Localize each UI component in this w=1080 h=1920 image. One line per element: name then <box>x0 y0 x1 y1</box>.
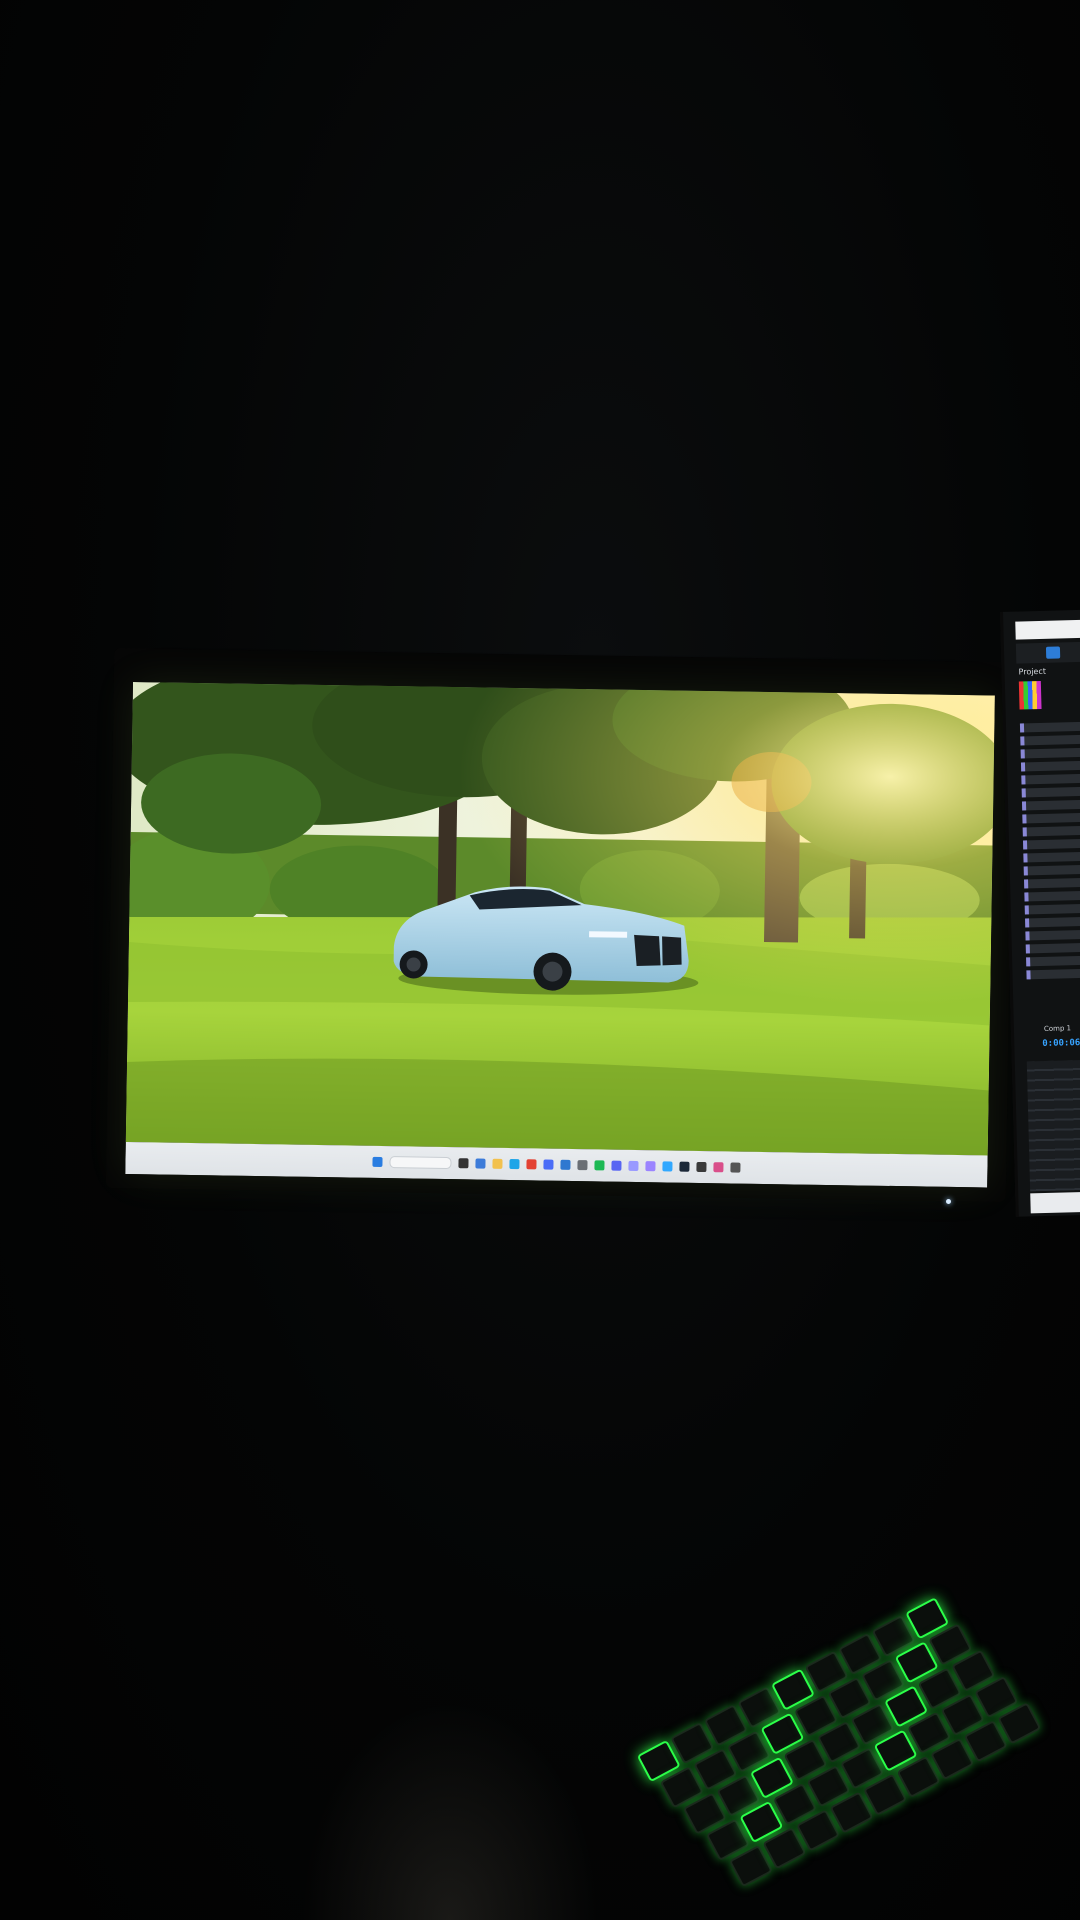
ae-comp-tab[interactable]: Comp 1 <box>1044 1024 1071 1033</box>
ae-timecode[interactable]: 0:00:06:27 <box>1042 1038 1080 1049</box>
task-view-icon[interactable] <box>458 1158 469 1169</box>
ae-project-row[interactable] <box>1020 760 1080 772</box>
ae-project-row[interactable] <box>1026 955 1080 967</box>
ae-project-row[interactable] <box>1023 864 1080 876</box>
desktop-wallpaper <box>125 682 995 1156</box>
ae-project-row[interactable] <box>1020 747 1080 759</box>
ae-project-list <box>1019 721 1080 1073</box>
desk-reflection <box>300 1700 600 1920</box>
ae-project-row[interactable] <box>1023 851 1080 863</box>
main-monitor-screen <box>125 682 995 1188</box>
search-box[interactable] <box>389 1156 452 1170</box>
ae-project-row[interactable] <box>1021 773 1080 785</box>
ae-project-row[interactable] <box>1025 929 1080 941</box>
ae-project-row[interactable] <box>1022 812 1080 824</box>
discord-icon[interactable] <box>611 1160 622 1171</box>
after-effects-icon[interactable] <box>628 1160 639 1171</box>
second-monitor: Project Comp 1 0:00:06:27 <box>1000 609 1080 1217</box>
ae-bottom-bar <box>1030 1191 1080 1214</box>
media-icon[interactable] <box>713 1162 724 1173</box>
file-explorer-icon[interactable] <box>492 1158 503 1169</box>
ae-toolbar <box>1015 641 1080 664</box>
ae-comp-thumbnail <box>1018 680 1042 710</box>
edge-icon[interactable] <box>509 1158 520 1170</box>
settings-icon[interactable] <box>577 1160 588 1171</box>
ae-project-row[interactable] <box>1021 786 1080 798</box>
rgb-keyboard <box>618 1533 1080 1920</box>
ae-project-row[interactable] <box>1026 968 1080 980</box>
ae-project-panel-label: Project <box>1018 666 1047 677</box>
ae-project-row[interactable] <box>1021 799 1080 811</box>
start-icon[interactable] <box>372 1156 383 1167</box>
ae-timeline-tracks <box>1026 1059 1080 1192</box>
steam-icon[interactable] <box>679 1161 690 1172</box>
ae-project-row[interactable] <box>1024 890 1080 902</box>
chrome-icon[interactable] <box>526 1159 537 1170</box>
premiere-icon[interactable] <box>645 1161 656 1172</box>
ae-project-row[interactable] <box>1022 838 1080 850</box>
monitor-power-led <box>946 1199 951 1204</box>
camera-icon[interactable] <box>730 1162 741 1173</box>
photoshop-icon[interactable] <box>662 1161 673 1172</box>
spotify-icon[interactable] <box>594 1160 605 1171</box>
photo-scene: Project Comp 1 0:00:06:27 <box>0 0 1080 1920</box>
ae-title-bar <box>1015 619 1080 640</box>
store-icon[interactable] <box>543 1159 554 1170</box>
ae-project-row[interactable] <box>1022 825 1080 837</box>
play-icon[interactable] <box>1045 646 1061 659</box>
ae-project-row[interactable] <box>1024 903 1080 915</box>
ae-project-row[interactable] <box>1020 734 1080 746</box>
ae-project-row[interactable] <box>1019 721 1080 733</box>
obs-icon[interactable] <box>696 1161 707 1173</box>
widgets-icon[interactable] <box>475 1158 486 1169</box>
mail-icon[interactable] <box>560 1159 571 1170</box>
ae-project-row[interactable] <box>1024 877 1080 889</box>
ae-project-row[interactable] <box>1025 942 1080 954</box>
ae-project-row[interactable] <box>1025 916 1080 928</box>
